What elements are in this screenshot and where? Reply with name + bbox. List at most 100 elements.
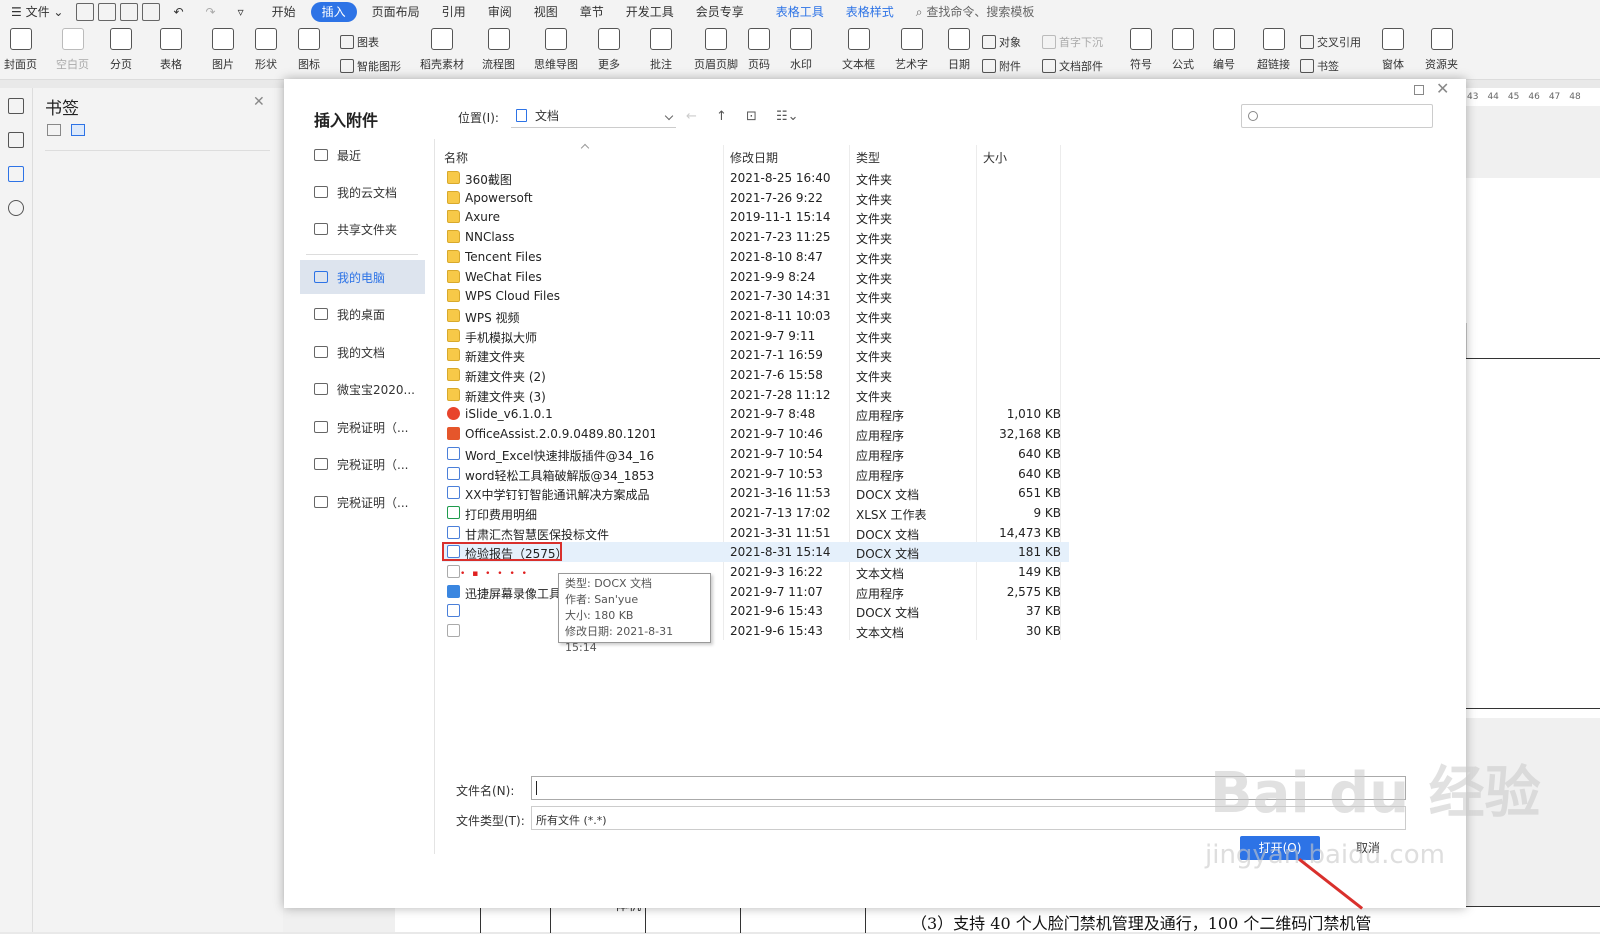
back-icon[interactable]: ← (686, 109, 697, 124)
file-row[interactable]: OfficeAssist.2.0.9.0489.80.12013 2021-9-7… (442, 424, 1069, 444)
ribbon-button-22[interactable]: 窗体 (1382, 28, 1404, 72)
file-row[interactable]: 甘肃汇杰智慧医保投标文件 2021-3-31 11:51 DOCX 文档 14,473… (442, 523, 1069, 543)
close-icon[interactable]: ✕ (253, 94, 265, 110)
outline-icon[interactable] (8, 98, 24, 114)
ribbon-button-6[interactable]: 图标 (298, 28, 320, 72)
close-icon[interactable]: ✕ (1436, 79, 1449, 98)
ribbon-button-20[interactable]: 编号 (1213, 28, 1235, 72)
ribbon-button-19[interactable]: 公式 (1172, 28, 1194, 72)
ribbon-button-23[interactable]: 资源夹 (1425, 28, 1458, 72)
ribbon-button-2[interactable]: 分页 (110, 28, 132, 72)
file-row[interactable]: NNClass 2021-7-23 11:25 文件夹 (442, 227, 1069, 247)
ribbon-small-button-6[interactable]: 交叉引用 (1300, 34, 1361, 50)
tab-3[interactable]: 引用 (431, 0, 477, 24)
file-row[interactable]: 打印费用明细 2021-7-13 17:02 XLSX 工作表 9 KB (442, 503, 1069, 523)
file-row[interactable]: 360截图 2021-8-25 16:40 文件夹 (442, 168, 1069, 188)
tab-5[interactable]: 视图 (523, 0, 569, 24)
ribbon-button-9[interactable]: 思维导图 (534, 28, 578, 72)
file-row[interactable]: Word_Excel快速排版插件@34_169699 2021-9-7 10:54… (442, 444, 1069, 464)
ribbon-button-10[interactable]: 更多 (598, 28, 620, 72)
column-header-size[interactable]: 大小 (983, 149, 1007, 166)
ribbon-button-12[interactable]: 页眉页脚 (694, 28, 738, 72)
ribbon-small-button-5[interactable]: 文档部件 (1042, 58, 1103, 74)
file-row[interactable]: 新建文件夹 (2) 2021-7-6 15:58 文件夹 (442, 365, 1069, 385)
file-row[interactable]: iSlide_v6.1.0.1 2021-9-7 8:48 应用程序 1,010 KB (442, 404, 1069, 424)
file-row[interactable]: word轻松工具箱破解版@34_185398 2021-9-7 10:53 应用程序… (442, 464, 1069, 484)
column-header-name[interactable]: 名称 (444, 149, 468, 166)
ribbon-button-17[interactable]: 日期 (948, 28, 970, 72)
file-menu[interactable]: ☰ 文件 ⌄ (0, 0, 74, 24)
file-row[interactable]: 新建文件夹 2021-7-1 16:59 文件夹 (442, 345, 1069, 365)
file-row[interactable]: 2021-9-6 15:43 文本文档 30 KB (442, 621, 1069, 641)
search-icon[interactable] (8, 200, 24, 216)
file-row[interactable]: Axure 2019-11-1 15:14 文件夹 (442, 207, 1069, 227)
ribbon-button-15[interactable]: 文本框 (842, 28, 875, 72)
list-icon[interactable] (71, 124, 85, 136)
tab-4[interactable]: 审阅 (477, 0, 523, 24)
file-row[interactable]: XX中学钉钉智能通讯解决方案成品 2021-3-16 11:53 DOCX 文档 65… (442, 483, 1069, 503)
file-row[interactable]: Tencent Files 2021-8-10 8:47 文件夹 (442, 247, 1069, 267)
context-tab-1[interactable]: 表格样式 (835, 0, 905, 24)
ribbon-button-4[interactable]: 图片 (212, 28, 234, 72)
undo-icon[interactable]: ↶ (162, 0, 194, 24)
ribbon-small-button-4[interactable]: 首字下沉 (1042, 34, 1103, 50)
ribbon-button-8[interactable]: 流程图 (482, 28, 515, 72)
customize-icon[interactable]: ▿ (227, 0, 255, 24)
save-icon[interactable] (76, 3, 95, 21)
ribbon-button-7[interactable]: 稻壳素材 (420, 28, 464, 72)
tab-7[interactable]: 开发工具 (615, 0, 685, 24)
ribbon-small-button-1[interactable]: 智能图形 (340, 58, 401, 74)
nav-item-7[interactable]: 完税证明（... (300, 410, 425, 444)
redo-icon[interactable]: ↷ (195, 0, 227, 24)
nav-item-3[interactable]: 我的电脑 (300, 260, 425, 294)
ribbon-button-18[interactable]: 符号 (1130, 28, 1152, 72)
file-row[interactable]: Apowersoft 2021-7-26 9:22 文件夹 (442, 188, 1069, 208)
nav-item-5[interactable]: 我的文档 (300, 335, 425, 369)
tab-8[interactable]: 会员专享 (685, 0, 755, 24)
file-row[interactable]: WPS Cloud Files 2021-7-30 14:31 文件夹 (442, 286, 1069, 306)
tab-2[interactable]: 页面布局 (361, 0, 431, 24)
ribbon-small-button-7[interactable]: 书签 (1300, 58, 1339, 74)
ribbon-small-button-2[interactable]: 对象 (982, 34, 1021, 50)
sort-icon[interactable] (47, 124, 61, 136)
ribbon-button-13[interactable]: 页码 (748, 28, 770, 72)
command-search[interactable]: ⌕ 查找命令、搜索模板 (905, 0, 1046, 24)
file-search-input[interactable] (1241, 104, 1433, 128)
nav-item-0[interactable]: 最近 (300, 138, 425, 172)
location-dropdown[interactable]: 文档 (511, 104, 676, 128)
column-header-date[interactable]: 修改日期 (730, 149, 778, 166)
tab-0[interactable]: 开始 (261, 0, 307, 24)
ribbon-button-21[interactable]: 超链接 (1257, 28, 1290, 72)
ribbon-small-button-0[interactable]: 图表 (340, 34, 379, 50)
file-row[interactable]: 迅捷屏幕录像工具c 2021-9-7 11:07 应用程序 2,575 KB (442, 582, 1069, 602)
nav-item-4[interactable]: 我的桌面 (300, 297, 425, 331)
file-row[interactable]: 新建文件夹 (3) 2021-7-28 11:12 文件夹 (442, 385, 1069, 405)
context-tab-0[interactable]: 表格工具 (765, 0, 835, 24)
nav-item-6[interactable]: 微宝宝2020... (300, 372, 425, 406)
ribbon-button-14[interactable]: 水印 (790, 28, 812, 72)
view-menu-icon[interactable]: ☷⌄ (776, 109, 799, 124)
column-header-type[interactable]: 类型 (856, 149, 880, 166)
file-row[interactable]: 手机模拟大师 2021-9-7 9:11 文件夹 (442, 326, 1069, 346)
file-row[interactable]: WeChat Files 2021-9-9 8:24 文件夹 (442, 267, 1069, 287)
new-folder-icon[interactable]: ⊡ (746, 109, 757, 124)
print-icon[interactable] (120, 3, 139, 21)
file-row[interactable]: WPS 视频 2021-8-11 10:03 文件夹 (442, 306, 1069, 326)
chapter-icon[interactable] (8, 132, 24, 148)
nav-item-9[interactable]: 完税证明（... (300, 485, 425, 519)
ribbon-button-0[interactable]: 封面页 (4, 28, 37, 72)
ribbon-button-1[interactable]: 空白页 (56, 28, 89, 72)
ribbon-button-3[interactable]: 表格 (160, 28, 182, 72)
tab-6[interactable]: 章节 (569, 0, 615, 24)
maximize-icon[interactable] (1414, 85, 1424, 95)
nav-item-8[interactable]: 完税证明（... (300, 447, 425, 481)
file-row[interactable]: 2021-9-3 16:22 文本文档 149 KB (442, 562, 1069, 582)
preview-icon[interactable] (142, 3, 161, 21)
nav-item-2[interactable]: 共享文件夹 (300, 212, 425, 246)
export-icon[interactable] (98, 3, 117, 21)
ribbon-button-16[interactable]: 艺术字 (895, 28, 928, 72)
file-row[interactable]: 2021-9-6 15:43 DOCX 文档 37 KB (442, 601, 1069, 621)
up-icon[interactable]: ↑ (716, 109, 727, 124)
bookmark-icon[interactable] (8, 166, 24, 182)
tab-1[interactable]: 插入 (310, 2, 357, 22)
